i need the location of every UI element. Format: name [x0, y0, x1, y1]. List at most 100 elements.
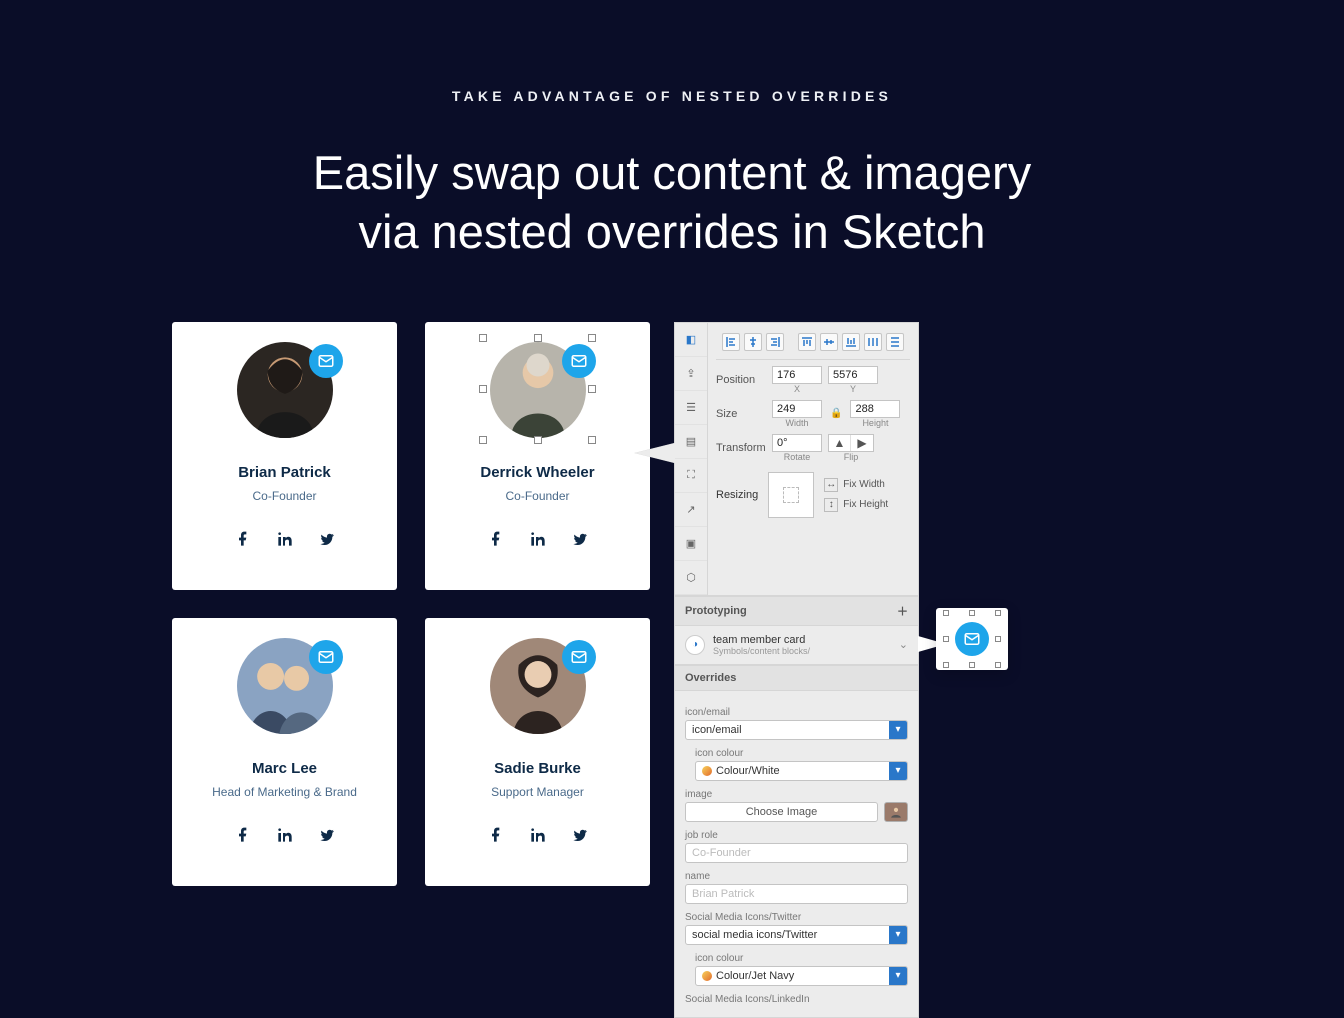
team-card[interactable]: Brian Patrick Co-Founder — [172, 322, 397, 590]
flip-vertical-icon[interactable]: ▶ — [851, 435, 873, 451]
override-label: job role — [685, 830, 908, 841]
height-sublabel: Height — [862, 418, 888, 428]
align-bottom-icon[interactable] — [842, 333, 860, 351]
facebook-icon[interactable] — [488, 531, 504, 552]
fix-height-label: Fix Height — [843, 499, 888, 510]
override-label: icon/email — [685, 707, 908, 718]
override-label: Social Media Icons/Twitter — [685, 912, 908, 923]
team-card[interactable]: Marc Lee Head of Marketing & Brand — [172, 618, 397, 886]
rotate-sublabel: Rotate — [784, 452, 811, 462]
card-name: Marc Lee — [252, 760, 317, 777]
social-row — [235, 827, 335, 848]
sketch-inspector-panel: ◧ ⇪ ☰ ▤ ⛶ ↗ ▣ ⬡ — [674, 322, 919, 1018]
resize-tab-icon[interactable]: ⛶ — [675, 459, 707, 493]
email-icon — [955, 622, 989, 656]
align-right-icon[interactable] — [766, 333, 784, 351]
image-thumbnail[interactable] — [884, 802, 908, 822]
facebook-icon[interactable] — [235, 827, 251, 848]
override-icon-email-select[interactable]: icon/email▾ — [685, 720, 908, 740]
symbol-name: team member card — [713, 634, 810, 646]
linkedin-icon[interactable] — [530, 827, 546, 848]
pin-constraints[interactable] — [768, 472, 814, 518]
headline: Easily swap out content & imagery via ne… — [0, 144, 1344, 262]
transform-label: Transform — [716, 442, 766, 454]
callout-pointer-icon — [635, 443, 675, 463]
eyebrow-text: TAKE ADVANTAGE OF NESTED OVERRIDES — [0, 0, 1344, 104]
overrides-section-header: Overrides — [675, 665, 918, 691]
image-tab-icon[interactable]: ▣ — [675, 527, 707, 561]
resizing-label: Resizing — [716, 489, 758, 501]
twitter-icon[interactable] — [572, 827, 588, 848]
override-icon-colour-select[interactable]: Colour/White▾ — [695, 761, 908, 781]
position-y-input[interactable] — [828, 366, 878, 384]
card-name: Sadie Burke — [494, 760, 581, 777]
fix-height-icon[interactable]: ↕ — [824, 498, 838, 512]
x-sublabel: X — [794, 384, 800, 394]
flip-sublabel: Flip — [844, 452, 859, 462]
override-label: icon colour — [695, 748, 908, 759]
y-sublabel: Y — [850, 384, 856, 394]
override-label: Social Media Icons/LinkedIn — [685, 994, 908, 1005]
headline-line-1: Easily swap out content & imagery — [313, 146, 1031, 199]
social-row — [235, 531, 335, 552]
email-icon[interactable] — [309, 344, 343, 378]
card-role: Head of Marketing & Brand — [212, 785, 357, 799]
override-twitter-colour-select[interactable]: Colour/Jet Navy▾ — [695, 966, 908, 986]
override-twitter-select[interactable]: social media icons/Twitter▾ — [685, 925, 908, 945]
facebook-icon[interactable] — [235, 531, 251, 552]
align-left-icon[interactable] — [722, 333, 740, 351]
size-width-input[interactable] — [772, 400, 822, 418]
add-icon[interactable]: ＋ — [897, 603, 908, 619]
width-sublabel: Width — [785, 418, 808, 428]
position-x-input[interactable] — [772, 366, 822, 384]
fix-width-icon[interactable]: ↔ — [824, 478, 838, 492]
size-height-input[interactable] — [850, 400, 900, 418]
team-card[interactable]: Sadie Burke Support Manager — [425, 618, 650, 886]
override-label: name — [685, 871, 908, 882]
headline-line-2: via nested overrides in Sketch — [359, 205, 986, 258]
settings-tab-icon[interactable]: ⬡ — [675, 561, 707, 595]
inspector-tab-icon[interactable]: ◧ — [675, 323, 707, 357]
text-tab-icon[interactable]: ▤ — [675, 425, 707, 459]
email-icon-callout — [936, 608, 1008, 670]
prototyping-section-header[interactable]: Prototyping ＋ — [675, 596, 918, 626]
align-center-v-icon[interactable] — [820, 333, 838, 351]
team-card[interactable]: Derrick Wheeler Co-Founder — [425, 322, 650, 590]
flip-controls: ▲ ▶ — [828, 434, 874, 452]
linkedin-icon[interactable] — [277, 827, 293, 848]
chevron-down-icon[interactable]: ⌄ — [899, 638, 908, 651]
align-toolbar — [716, 329, 910, 360]
twitter-icon[interactable] — [572, 531, 588, 552]
flip-horizontal-icon[interactable]: ▲ — [829, 435, 851, 451]
export-tab-icon[interactable]: ⇪ — [675, 357, 707, 391]
linkedin-icon[interactable] — [277, 531, 293, 552]
symbol-icon: ◑ — [685, 635, 705, 655]
override-job-role-input[interactable] — [685, 843, 908, 863]
twitter-icon[interactable] — [319, 531, 335, 552]
override-label: image — [685, 789, 908, 800]
vector-tab-icon[interactable]: ↗ — [675, 493, 707, 527]
position-label: Position — [716, 374, 766, 386]
twitter-icon[interactable] — [319, 827, 335, 848]
inspector-tool-tabs: ◧ ⇪ ☰ ▤ ⛶ ↗ ▣ ⬡ — [675, 323, 708, 595]
card-role: Co-Founder — [252, 489, 316, 503]
align-center-h-icon[interactable] — [744, 333, 762, 351]
linkedin-icon[interactable] — [530, 531, 546, 552]
layers-tab-icon[interactable]: ☰ — [675, 391, 707, 425]
distribute-v-icon[interactable] — [886, 333, 904, 351]
facebook-icon[interactable] — [488, 827, 504, 848]
lock-aspect-icon[interactable]: 🔒 — [828, 408, 844, 419]
choose-image-button[interactable] — [685, 802, 878, 822]
rotate-input[interactable] — [772, 434, 822, 452]
override-name-input[interactable] — [685, 884, 908, 904]
size-label: Size — [716, 408, 766, 420]
override-label: icon colour — [695, 953, 908, 964]
symbol-selector[interactable]: ◑ team member card Symbols/content block… — [675, 626, 918, 665]
card-name: Derrick Wheeler — [480, 464, 594, 481]
distribute-h-icon[interactable] — [864, 333, 882, 351]
email-icon[interactable] — [562, 344, 596, 378]
email-icon[interactable] — [309, 640, 343, 674]
align-top-icon[interactable] — [798, 333, 816, 351]
email-icon[interactable] — [562, 640, 596, 674]
card-role: Co-Founder — [505, 489, 569, 503]
